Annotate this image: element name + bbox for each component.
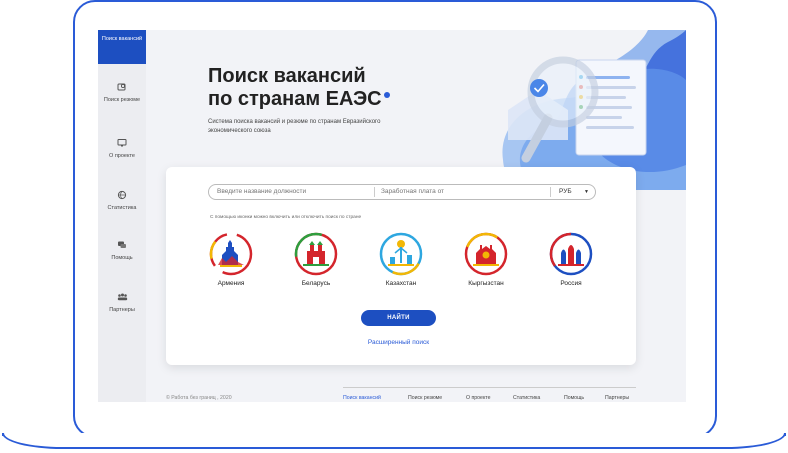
footer-divider: [343, 387, 636, 388]
country-label: Казахстан: [385, 280, 417, 287]
search-bar: РУБ ▼: [208, 184, 596, 200]
sidebar-item-label: О проекте: [109, 153, 135, 159]
footer-link-resume-search[interactable]: Поиск резюме: [408, 395, 442, 401]
app-screen: Поиск вакансий Поиск резюме О проекте Ст…: [98, 30, 686, 402]
country-label: Россия: [560, 280, 582, 287]
footer-link-partners[interactable]: Партнеры: [605, 395, 629, 401]
resume-search-icon: [98, 82, 146, 94]
sidebar-item-resume-search[interactable]: Поиск резюме: [98, 82, 146, 104]
globe-icon: [98, 190, 146, 202]
divider: [374, 187, 375, 197]
advanced-search-link[interactable]: Расширенный поиск: [361, 339, 436, 346]
sidebar-item-label: Партнеры: [109, 307, 135, 313]
sidebar-item-partners[interactable]: Партнеры: [98, 292, 146, 314]
copyright: © Работа без границ , 2020: [166, 395, 232, 401]
country-toggle-kyrgyzstan[interactable]: Кыргызстан: [456, 231, 516, 287]
sidebar-item-label: Поиск резюме: [103, 97, 141, 103]
russia-emblem-icon: [549, 232, 593, 276]
laptop-base: [2, 433, 786, 449]
footer-link-job-search[interactable]: Поиск вакансий: [343, 395, 381, 401]
country-toggle-hint: С помощью иконки можно включить или откл…: [210, 215, 362, 220]
footer-link-help[interactable]: Помощь: [564, 395, 584, 401]
page-title-line2: по странам ЕАЭС: [208, 88, 382, 110]
currency-select[interactable]: РУБ: [559, 185, 572, 199]
kazakhstan-emblem-icon: [379, 232, 423, 276]
country-label: Армения: [217, 280, 245, 287]
country-toggle-belarus[interactable]: Беларусь: [286, 231, 346, 287]
sidebar-item-label: Поиск вакансий: [101, 36, 143, 42]
kyrgyzstan-emblem-icon: [464, 232, 508, 276]
divider: [550, 187, 551, 197]
country-label: Кыргызстан: [468, 280, 504, 287]
armenia-emblem-icon: [209, 232, 253, 276]
salary-input[interactable]: [381, 185, 511, 199]
country-label: Беларусь: [301, 280, 331, 287]
chevron-down-icon[interactable]: ▼: [584, 185, 589, 199]
chat-icon: [98, 240, 146, 252]
page-subtitle: Система поиска вакансий и резюме по стра…: [208, 119, 381, 134]
monitor-icon: [98, 138, 146, 150]
footer-link-about[interactable]: О проекте: [466, 395, 490, 401]
sidebar-item-job-search[interactable]: Поиск вакансий: [98, 30, 146, 64]
page-title-line1: Поиск вакансий: [208, 65, 366, 87]
sidebar-item-label: Помощь: [111, 255, 133, 261]
sidebar-item-help[interactable]: Помощь: [98, 240, 146, 262]
hero-illustration: [502, 30, 686, 190]
country-toggle-russia[interactable]: Россия: [541, 231, 601, 287]
sidebar-item-statistics[interactable]: Статистика: [98, 190, 146, 212]
belarus-emblem-icon: [294, 232, 338, 276]
country-toggle-kazakhstan[interactable]: Казахстан: [371, 231, 431, 287]
find-button[interactable]: НАЙТИ: [361, 310, 436, 326]
job-title-input[interactable]: [217, 185, 367, 199]
sidebar: Поиск вакансий Поиск резюме О проекте Ст…: [98, 30, 146, 402]
partners-icon: [98, 292, 146, 304]
search-card: РУБ ▼ С помощью иконки можно включить ил…: [166, 167, 636, 365]
page-title: Поиск вакансий по странам ЕАЭС: [208, 65, 390, 111]
sidebar-item-about[interactable]: О проекте: [98, 138, 146, 160]
country-toggle-armenia[interactable]: Армения: [201, 231, 261, 287]
sidebar-item-label: Статистика: [107, 205, 137, 211]
footer-link-statistics[interactable]: Статистика: [513, 395, 540, 401]
info-icon[interactable]: [383, 92, 390, 98]
